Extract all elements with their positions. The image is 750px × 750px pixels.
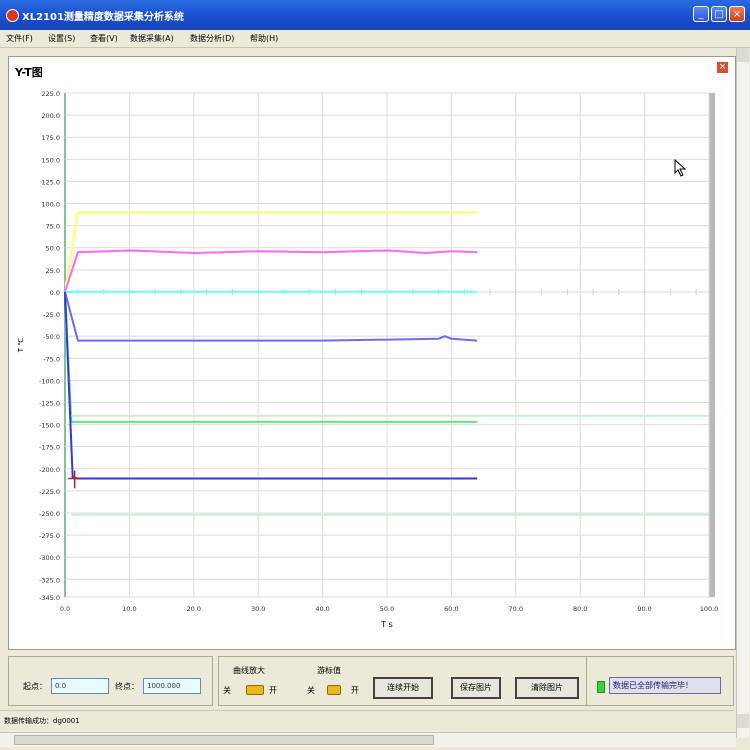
y-tick-label: -325.0: [39, 576, 60, 584]
chart-grid: [64, 92, 715, 598]
cursor-toggle[interactable]: [327, 685, 341, 695]
y-tick-label: -345.0: [39, 594, 60, 602]
x-tick-label: 80.0: [573, 605, 587, 613]
scale-on-label: 开: [269, 686, 277, 695]
y-tick-label: -175.0: [39, 444, 60, 452]
menu-view[interactable]: 查看(V): [90, 33, 118, 44]
status-bar-text: 数据传输成功：dg0001: [4, 717, 80, 725]
status-message: 数据已全部传输完毕！: [609, 677, 721, 694]
start-input[interactable]: 0.0: [51, 678, 109, 694]
x-tick-label: 60.0: [444, 605, 458, 613]
menu-analysis[interactable]: 数据分析(D): [190, 33, 234, 44]
control-bar: 起点： 0.0 终点： 1000.000 曲线放大 关 开 游标值 关 开 连续…: [8, 656, 734, 708]
y-tick-label: -150.0: [39, 422, 60, 430]
y-tick-label: 75.0: [46, 223, 60, 231]
y-tick-label: -200.0: [39, 466, 60, 474]
scroll-down-button[interactable]: [737, 714, 749, 728]
cursor-label: 游标值: [317, 666, 341, 675]
vertical-scrollbar[interactable]: [736, 48, 749, 738]
y-axis-ticks: 225.0 200.0 175.0 150.0 125.0 100.0 75.0 50.0 25…: [39, 90, 60, 602]
x-tick-label: 70.0: [509, 605, 523, 613]
minimize-button[interactable]: _: [693, 6, 709, 22]
y-tick-label: 125.0: [41, 178, 60, 186]
y-tick-label: -225.0: [39, 488, 60, 496]
y-tick-label: 200.0: [41, 112, 60, 120]
scale-label: 曲线放大: [233, 666, 265, 675]
end-input[interactable]: 1000.000: [143, 678, 201, 694]
y-tick-label: -275.0: [39, 532, 60, 540]
y-tick-label: -125.0: [39, 399, 60, 407]
x-tick-label: 30.0: [251, 605, 265, 613]
close-button[interactable]: ×: [729, 6, 745, 22]
horizontal-scroll-thumb[interactable]: [14, 735, 434, 745]
y-tick-label: 225.0: [41, 90, 60, 98]
y-tick-label: 100.0: [41, 201, 60, 209]
chart-panel: 225.0 200.0 175.0 150.0 125.0 100.0 75.0 50.0 25…: [8, 56, 736, 650]
app-icon: [6, 9, 19, 22]
y-tick-label: 0.0: [50, 289, 60, 297]
y-tick-label: 150.0: [41, 156, 60, 164]
clear-image-button[interactable]: 清除图片: [515, 677, 579, 699]
x-tick-label: 40.0: [315, 605, 329, 613]
x-tick-label: 10.0: [122, 605, 136, 613]
y-tick-label: -25.0: [43, 311, 60, 319]
scroll-up-button[interactable]: [737, 48, 749, 62]
control-group: 曲线放大 关 开 游标值 关 开 连续开始 保存图片 清除图片: [218, 656, 592, 706]
x-tick-label: 20.0: [187, 605, 201, 613]
horizontal-scrollbar[interactable]: [0, 732, 736, 747]
maximize-button[interactable]: □: [711, 6, 727, 22]
menu-settings[interactable]: 设置(S): [48, 33, 75, 44]
y-axis-label: T ℃: [17, 338, 25, 354]
status-led-icon: [597, 681, 605, 693]
window-title: XL2101测量精度数据采集分析系统: [22, 12, 184, 23]
scale-off-label: 关: [223, 686, 231, 695]
save-image-button[interactable]: 保存图片: [451, 677, 501, 699]
y-tick-label: 25.0: [46, 267, 60, 275]
y-tick-label: -250.0: [39, 510, 60, 518]
yt-chart: 225.0 200.0 175.0 150.0 125.0 100.0 75.0 50.0 25…: [17, 90, 718, 629]
y-tick-label: 50.0: [46, 245, 60, 253]
title-bar[interactable]: XL2101测量精度数据采集分析系统 _ □ ×: [0, 0, 750, 30]
y-tick-label: -100.0: [39, 377, 60, 385]
menu-help[interactable]: 帮助(H): [250, 33, 278, 44]
y-tick-label: -50.0: [43, 333, 60, 341]
app-window: XL2101测量精度数据采集分析系统 _ □ × 文件(F) 设置(S) 查看(…: [0, 0, 750, 750]
y-tick-label: 175.0: [41, 134, 60, 142]
start-label: 起点：: [23, 682, 47, 691]
menu-bar: 文件(F) 设置(S) 查看(V) 数据采集(A) 数据分析(D) 帮助(H): [0, 30, 750, 48]
menu-file[interactable]: 文件(F): [6, 33, 33, 44]
plot-edge: [709, 93, 715, 597]
y-tick-label: -300.0: [39, 554, 60, 562]
y-tick-label: -75.0: [43, 355, 60, 363]
x-tick-label: 100.0: [700, 605, 719, 613]
status-bar: 数据传输成功：dg0001: [0, 710, 734, 731]
status-group: 数据已全部传输完毕！: [586, 656, 734, 706]
x-tick-label: 90.0: [637, 605, 651, 613]
continue-start-button[interactable]: 连续开始: [373, 677, 433, 699]
chart-title: Y-T图: [15, 66, 43, 79]
x-axis-ticks: 0.0 10.0 20.0 30.0 40.0 50.0 60.0 70.0 80.0 90.0 1…: [60, 605, 718, 613]
panel-close-button[interactable]: ×: [716, 61, 729, 74]
mouse-cursor-icon: [674, 159, 687, 177]
x-tick-label: 0.0: [60, 605, 70, 613]
cursor-on-label: 开: [351, 686, 359, 695]
scale-toggle[interactable]: [246, 685, 264, 695]
end-label: 终点：: [115, 682, 139, 691]
x-axis-label: T s: [380, 620, 393, 629]
range-group: 起点： 0.0 终点： 1000.000: [8, 656, 213, 706]
cursor-off-label: 关: [307, 686, 315, 695]
menu-acquisition[interactable]: 数据采集(A): [130, 33, 174, 44]
x-tick-label: 50.0: [380, 605, 394, 613]
